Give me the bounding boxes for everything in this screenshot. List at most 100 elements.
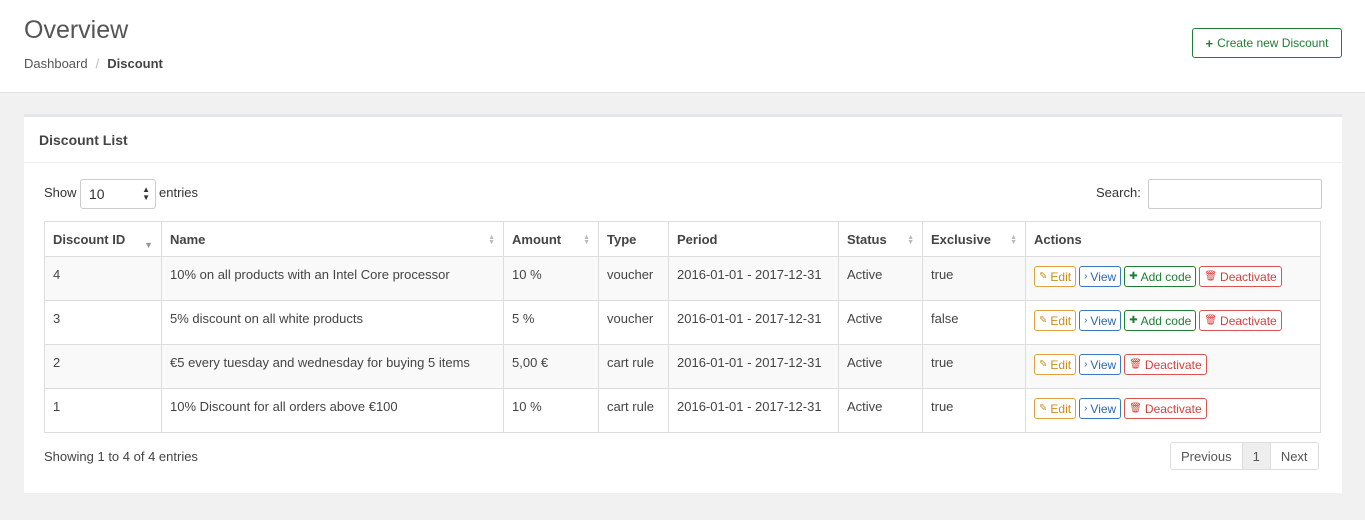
- column-header-amount[interactable]: Amount ▲ ▼: [503, 221, 599, 257]
- view-button[interactable]: › View: [1079, 398, 1122, 419]
- column-header-type[interactable]: Type: [598, 221, 669, 257]
- pencil-square-icon: ✎: [1039, 271, 1048, 282]
- cell-amount: 5,00 €: [503, 344, 599, 389]
- cell-period: 2016-01-01 - 2017-12-31: [668, 300, 839, 345]
- cell-exclusive: true: [922, 344, 1026, 389]
- add-code-button[interactable]: ✚ Add code: [1124, 310, 1197, 331]
- discount-list-panel: Discount List Show 10 ▲ ▼ entries Search:…: [24, 114, 1342, 493]
- edit-button[interactable]: ✎ Edit: [1034, 310, 1077, 331]
- cell-status: Active: [838, 344, 923, 389]
- plus-icon: ✚: [1129, 315, 1138, 326]
- breadcrumb-current: Discount: [107, 56, 163, 71]
- deactivate-button[interactable]: 🗑 Deactivate: [1199, 266, 1282, 287]
- pencil-square-icon: ✎: [1039, 315, 1048, 326]
- chevron-right-icon: ›: [1084, 315, 1088, 326]
- cell-exclusive: false: [922, 300, 1026, 345]
- sort-icon: ▲ ▼: [583, 234, 590, 246]
- table-row: 3 5% discount on all white products 5 % …: [44, 300, 1321, 345]
- cell-type: cart rule: [598, 388, 669, 433]
- sort-icon: ▲ ▼: [907, 234, 914, 246]
- cell-actions: ✎ Edit › View 🗑 Deactivate: [1025, 344, 1321, 389]
- page-title: Overview: [24, 16, 129, 44]
- cell-name: €5 every tuesday and wednesday for buyin…: [161, 344, 504, 389]
- page-header: Overview Dashboard / Discount + Create new…: [0, 0, 1365, 93]
- view-button[interactable]: › View: [1079, 266, 1122, 287]
- cell-status: Active: [838, 256, 923, 301]
- table-info: Showing 1 to 4 of 4 entries: [44, 449, 198, 464]
- cell-actions: ✎ Edit › View ✚ Add code 🗑 Deactivate: [1025, 300, 1321, 345]
- column-header-period[interactable]: Period: [668, 221, 839, 257]
- chevron-right-icon: ›: [1084, 271, 1088, 282]
- sort-desc-icon: ▼: [144, 240, 153, 250]
- chevron-right-icon: ›: [1084, 403, 1088, 414]
- pencil-square-icon: ✎: [1039, 359, 1048, 370]
- deactivate-button[interactable]: 🗑 Deactivate: [1124, 398, 1207, 419]
- cell-id: 3: [44, 300, 162, 345]
- pencil-square-icon: ✎: [1039, 403, 1048, 414]
- cell-status: Active: [838, 388, 923, 433]
- cell-name: 5% discount on all white products: [161, 300, 504, 345]
- table-header-row: Discount ID ▼ Name ▲ ▼ Amount ▲ ▼ Type Period…: [44, 221, 1321, 257]
- deactivate-button[interactable]: 🗑 Deactivate: [1199, 310, 1282, 331]
- panel-divider: [24, 162, 1342, 163]
- table-row: 1 10% Discount for all orders above €100…: [44, 388, 1321, 433]
- view-button[interactable]: › View: [1079, 310, 1122, 331]
- cell-actions: ✎ Edit › View ✚ Add code 🗑 Deactivate: [1025, 256, 1321, 301]
- cell-type: voucher: [598, 256, 669, 301]
- pagination-previous[interactable]: Previous: [1171, 443, 1243, 469]
- sort-icon: ▲ ▼: [1010, 234, 1017, 246]
- table-row: 2 €5 every tuesday and wednesday for buy…: [44, 344, 1321, 389]
- create-discount-button[interactable]: + Create new Discount: [1192, 28, 1342, 58]
- view-button[interactable]: › View: [1079, 354, 1122, 375]
- discount-table: Discount ID ▼ Name ▲ ▼ Amount ▲ ▼ Type Period…: [44, 221, 1321, 433]
- column-header-name[interactable]: Name ▲ ▼: [161, 221, 504, 257]
- search-label: Search:: [1096, 185, 1141, 200]
- cell-period: 2016-01-01 - 2017-12-31: [668, 344, 839, 389]
- trash-icon: 🗑: [1129, 359, 1142, 370]
- entries-select[interactable]: 10 ▲ ▼: [80, 179, 156, 209]
- plus-icon: ✚: [1129, 271, 1138, 282]
- edit-button[interactable]: ✎ Edit: [1034, 354, 1077, 375]
- cell-type: cart rule: [598, 344, 669, 389]
- create-discount-label: Create new Discount: [1217, 36, 1329, 50]
- cell-exclusive: true: [922, 388, 1026, 433]
- cell-actions: ✎ Edit › View 🗑 Deactivate: [1025, 388, 1321, 433]
- pagination-page-1[interactable]: 1: [1242, 443, 1271, 469]
- cell-status: Active: [838, 300, 923, 345]
- entries-label: entries: [159, 185, 199, 200]
- add-code-button[interactable]: ✚ Add code: [1124, 266, 1197, 287]
- panel-title: Discount List: [39, 132, 128, 148]
- cell-amount: 10 %: [503, 388, 599, 433]
- breadcrumb-separator: /: [95, 56, 100, 71]
- column-header-exclusive[interactable]: Exclusive ▲ ▼: [922, 221, 1026, 257]
- search-input[interactable]: [1148, 179, 1322, 209]
- cell-name: 10% on all products with an Intel Core p…: [161, 256, 504, 301]
- breadcrumb-dashboard[interactable]: Dashboard: [24, 56, 88, 71]
- cell-type: voucher: [598, 300, 669, 345]
- trash-icon: 🗑: [1204, 271, 1218, 282]
- edit-button[interactable]: ✎ Edit: [1034, 398, 1077, 419]
- column-header-actions: Actions: [1025, 221, 1321, 257]
- cell-id: 1: [44, 388, 162, 433]
- edit-button[interactable]: ✎ Edit: [1034, 266, 1077, 287]
- cell-exclusive: true: [922, 256, 1026, 301]
- pagination: Previous 1 Next: [1170, 442, 1319, 470]
- cell-name: 10% Discount for all orders above €100: [161, 388, 504, 433]
- trash-icon: 🗑: [1129, 403, 1142, 414]
- breadcrumb: Dashboard / Discount: [24, 56, 163, 71]
- trash-icon: 🗑: [1204, 315, 1218, 326]
- deactivate-button[interactable]: 🗑 Deactivate: [1124, 354, 1207, 375]
- column-header-status[interactable]: Status ▲ ▼: [838, 221, 923, 257]
- cell-id: 4: [44, 256, 162, 301]
- sort-icon: ▲ ▼: [488, 234, 495, 246]
- table-row: 4 10% on all products with an Intel Core…: [44, 256, 1321, 301]
- pagination-next[interactable]: Next: [1270, 443, 1318, 469]
- entries-select-value: 10: [89, 186, 105, 202]
- select-arrows-icon: ▲ ▼: [142, 185, 150, 202]
- chevron-right-icon: ›: [1084, 359, 1088, 370]
- cell-period: 2016-01-01 - 2017-12-31: [668, 256, 839, 301]
- column-header-discount-id[interactable]: Discount ID ▼: [44, 221, 162, 257]
- cell-amount: 5 %: [503, 300, 599, 345]
- plus-icon: +: [1205, 35, 1214, 51]
- show-label: Show: [44, 185, 77, 200]
